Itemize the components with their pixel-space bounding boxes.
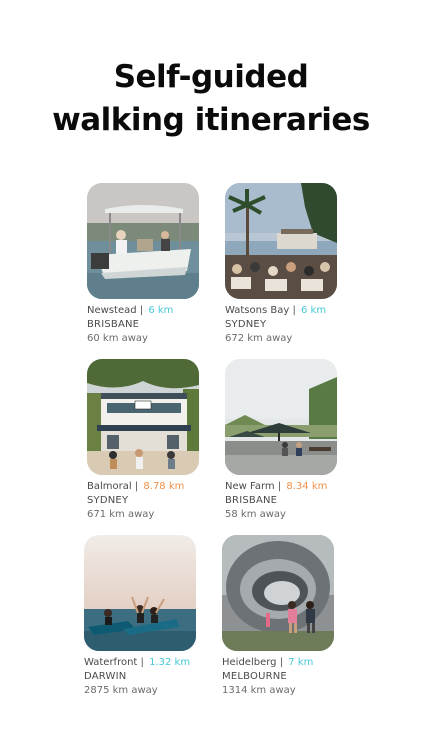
suburb-label: Watsons Bay: [225, 305, 290, 316]
itinerary-card-watsons-bay[interactable]: Watsons Bay | 6 km SYDNEY 672 km away: [225, 183, 345, 346]
itinerary-card-heidelberg[interactable]: Heidelberg | 7 km MELBOURNE 1314 km away: [222, 535, 342, 698]
city-label: DARWIN: [84, 671, 127, 682]
city-label: SYDNEY: [87, 495, 129, 506]
separator: |: [279, 657, 284, 668]
itinerary-meta: Balmoral | 8.78 km SYDNEY 671 km away: [87, 480, 207, 522]
separator: |: [134, 481, 139, 492]
itinerary-card-new-farm[interactable]: New Farm | 8.34 km BRISBANE 58 km away: [225, 359, 345, 522]
distance-label: 8.78 km: [143, 481, 185, 492]
itinerary-meta: Newstead | 6 km BRISBANE 60 km away: [87, 304, 207, 346]
itinerary-card-balmoral[interactable]: Balmoral | 8.78 km SYDNEY 671 km away: [87, 359, 207, 522]
boat-on-river-image[interactable]: [87, 183, 199, 299]
itinerary-grid: Newstead | 6 km BRISBANE 60 km away Wats…: [0, 0, 422, 750]
beach-kiosk-building-image[interactable]: [87, 359, 199, 475]
separator: |: [139, 305, 144, 316]
city-label: MELBOURNE: [222, 671, 287, 682]
suburb-label: Newstead: [87, 305, 137, 316]
distance-label: 6 km: [148, 305, 174, 316]
distance-label: 1.32 km: [149, 657, 191, 668]
waterfront-restaurant-palm-image[interactable]: [225, 183, 337, 299]
distance-label: 6 km: [301, 305, 327, 316]
separator: |: [140, 657, 144, 668]
separator: |: [292, 305, 296, 316]
away-label: 672 km away: [225, 333, 293, 344]
city-label: SYDNEY: [225, 319, 267, 330]
away-label: 1314 km away: [222, 685, 296, 696]
riverside-park-umbrellas-image[interactable]: [225, 359, 337, 475]
distance-label: 8.34 km: [286, 481, 328, 492]
separator: |: [277, 481, 282, 492]
suburb-label: Balmoral: [87, 481, 132, 492]
itinerary-card-newstead[interactable]: Newstead | 6 km BRISBANE 60 km away: [87, 183, 207, 346]
away-label: 671 km away: [87, 509, 155, 520]
itinerary-meta: Waterfront | 1.32 km DARWIN 2875 km away: [84, 656, 204, 698]
steel-ring-sculpture-image[interactable]: [222, 535, 334, 651]
itinerary-card-waterfront[interactable]: Waterfront | 1.32 km DARWIN 2875 km away: [84, 535, 204, 698]
suburb-label: New Farm: [225, 481, 275, 492]
suburb-label: Waterfront: [84, 657, 138, 668]
jetski-riders-image[interactable]: [84, 535, 196, 651]
itinerary-meta: Heidelberg | 7 km MELBOURNE 1314 km away: [222, 656, 342, 698]
city-label: BRISBANE: [225, 495, 278, 506]
away-label: 2875 km away: [84, 685, 158, 696]
away-label: 58 km away: [225, 509, 286, 520]
away-label: 60 km away: [87, 333, 148, 344]
suburb-label: Heidelberg: [222, 657, 277, 668]
itinerary-meta: Watsons Bay | 6 km SYDNEY 672 km away: [225, 304, 345, 346]
distance-label: 7 km: [288, 657, 314, 668]
city-label: BRISBANE: [87, 319, 140, 330]
itinerary-meta: New Farm | 8.34 km BRISBANE 58 km away: [225, 480, 345, 522]
